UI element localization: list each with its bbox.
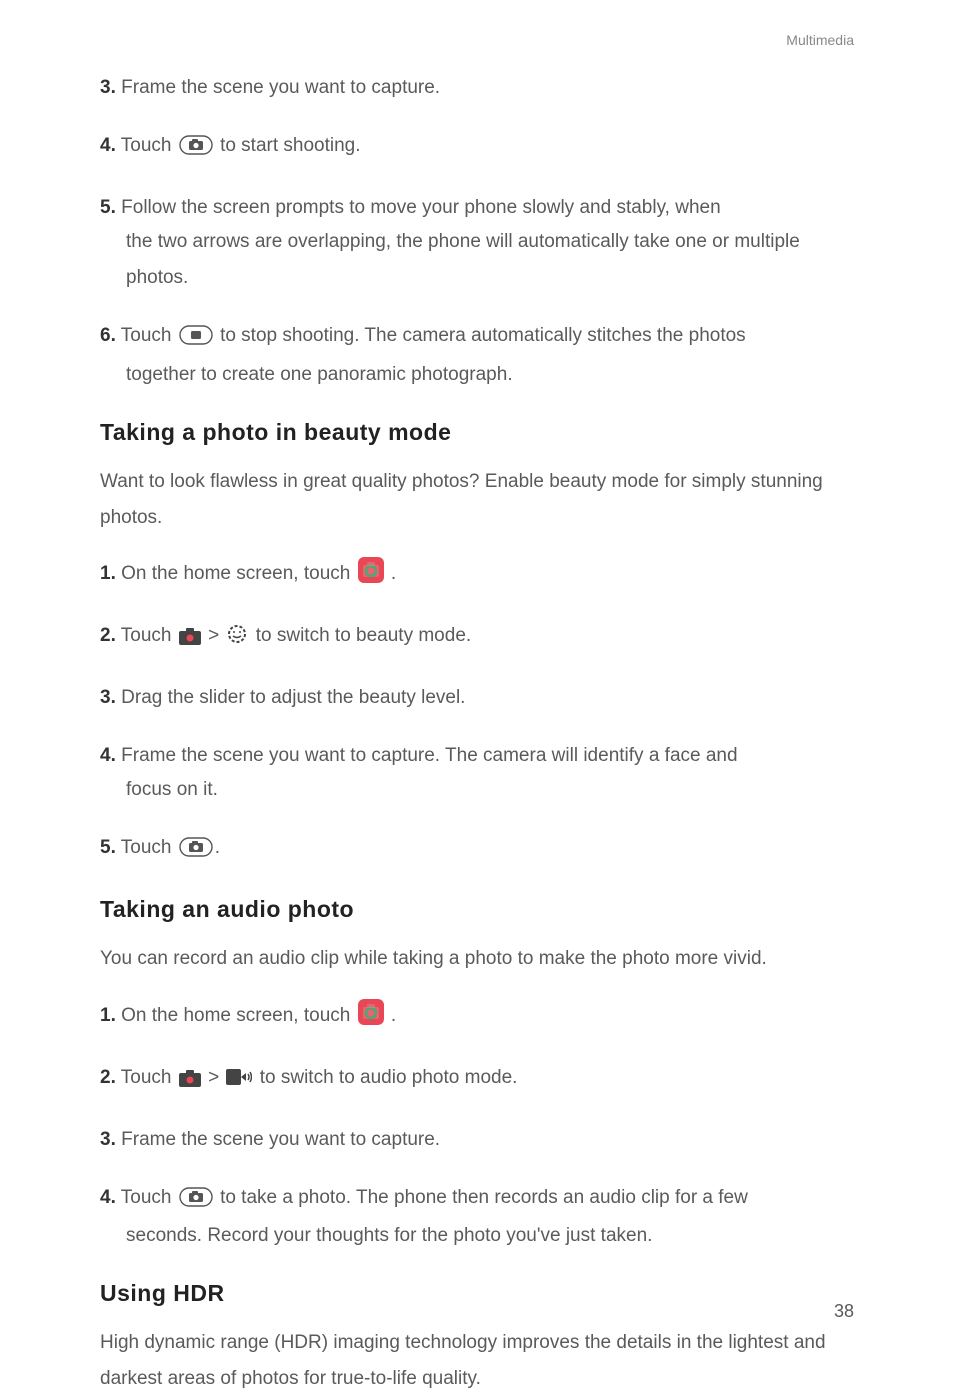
shutter-pill-icon: [179, 834, 213, 870]
audio-step-3: 3. Frame the scene you want to capture.: [100, 1122, 854, 1158]
step-number: 3.: [100, 77, 116, 98]
step-4: 4. Touch to start shooting.: [100, 128, 854, 168]
page-content: 3. Frame the scene you want to capture. …: [100, 70, 854, 1397]
beauty-step-5: 5. Touch .: [100, 830, 854, 870]
step-5: 5. Follow the screen prompts to move you…: [100, 190, 854, 296]
step-number: 1.: [100, 563, 116, 584]
audio-step-1: 1. On the home screen, touch .: [100, 998, 854, 1038]
step-continuation: together to create one panoramic photogr…: [100, 357, 854, 393]
step-text-post: .: [215, 837, 220, 858]
page-number: 38: [834, 1301, 854, 1322]
camera-small-icon: [179, 1064, 201, 1100]
heading-hdr: Using HDR: [100, 1280, 854, 1307]
audio-step-4: 4. Touch to take a photo. The phone then…: [100, 1180, 854, 1254]
step-text-pre: Touch: [121, 837, 177, 858]
step-text-pre: Touch: [121, 1067, 177, 1088]
step-text-pre: Touch: [121, 135, 177, 156]
intro-audio: You can record an audio clip while takin…: [100, 941, 854, 977]
shutter-pill-icon: [179, 1184, 213, 1220]
step-text: Frame the scene you want to capture.: [121, 1129, 440, 1150]
step-number: 5.: [100, 837, 116, 858]
camera-app-icon: [358, 557, 384, 596]
stop-pill-icon: [179, 322, 213, 358]
step-number: 4.: [100, 745, 116, 766]
camera-small-icon: [179, 622, 201, 658]
audio-photo-icon: [226, 1064, 252, 1100]
header-section-label: Multimedia: [786, 32, 854, 48]
step-text-post: to switch to beauty mode.: [256, 625, 471, 646]
step-number: 2.: [100, 1067, 116, 1088]
beauty-step-2: 2. Touch > to switch to beauty mode.: [100, 618, 854, 658]
audio-step-2: 2. Touch > to switch to audio photo mode…: [100, 1060, 854, 1100]
step-text-mid: to take a photo. The phone then records …: [220, 1187, 748, 1208]
step-continuation: focus on it.: [100, 772, 854, 808]
intro-hdr: High dynamic range (HDR) imaging technol…: [100, 1325, 854, 1397]
step-text-pre: Touch: [121, 1187, 177, 1208]
step-text: Follow the screen prompts to move your p…: [121, 197, 721, 218]
step-3: 3. Frame the scene you want to capture.: [100, 70, 854, 106]
step-continuation: seconds. Record your thoughts for the ph…: [100, 1218, 854, 1254]
step-text-mid: >: [208, 1067, 224, 1088]
intro-beauty: Want to look flawless in great quality p…: [100, 464, 854, 536]
step-text-pre: On the home screen, touch: [121, 1005, 355, 1026]
shutter-pill-icon: [179, 132, 213, 168]
step-text: Frame the scene you want to capture.: [121, 77, 440, 98]
step-text: Drag the slider to adjust the beauty lev…: [121, 687, 465, 708]
beauty-face-icon: [226, 622, 248, 658]
step-text-pre: Touch: [121, 325, 177, 346]
beauty-step-3: 3. Drag the slider to adjust the beauty …: [100, 680, 854, 716]
step-number: 2.: [100, 625, 116, 646]
step-text-pre: Touch: [121, 625, 177, 646]
step-text-mid: >: [208, 625, 224, 646]
step-number: 5.: [100, 197, 116, 218]
step-number: 4.: [100, 135, 116, 156]
beauty-step-1: 1. On the home screen, touch .: [100, 556, 854, 596]
step-text-post: .: [391, 563, 396, 584]
step-number: 4.: [100, 1187, 116, 1208]
step-number: 3.: [100, 1129, 116, 1150]
heading-beauty-mode: Taking a photo in beauty mode: [100, 419, 854, 446]
step-text: Frame the scene you want to capture. The…: [121, 745, 737, 766]
step-text-mid: to stop shooting. The camera automatical…: [220, 325, 746, 346]
step-number: 1.: [100, 1005, 116, 1026]
step-text-post: .: [391, 1005, 396, 1026]
step-text-post: to start shooting.: [220, 135, 360, 156]
camera-app-icon: [358, 999, 384, 1038]
step-number: 6.: [100, 325, 116, 346]
step-continuation: the two arrows are overlapping, the phon…: [100, 224, 854, 296]
heading-audio-photo: Taking an audio photo: [100, 896, 854, 923]
step-text-post: to switch to audio photo mode.: [260, 1067, 518, 1088]
step-text-pre: On the home screen, touch: [121, 563, 355, 584]
beauty-step-4: 4. Frame the scene you want to capture. …: [100, 738, 854, 808]
step-6: 6. Touch to stop shooting. The camera au…: [100, 318, 854, 392]
step-number: 3.: [100, 687, 116, 708]
